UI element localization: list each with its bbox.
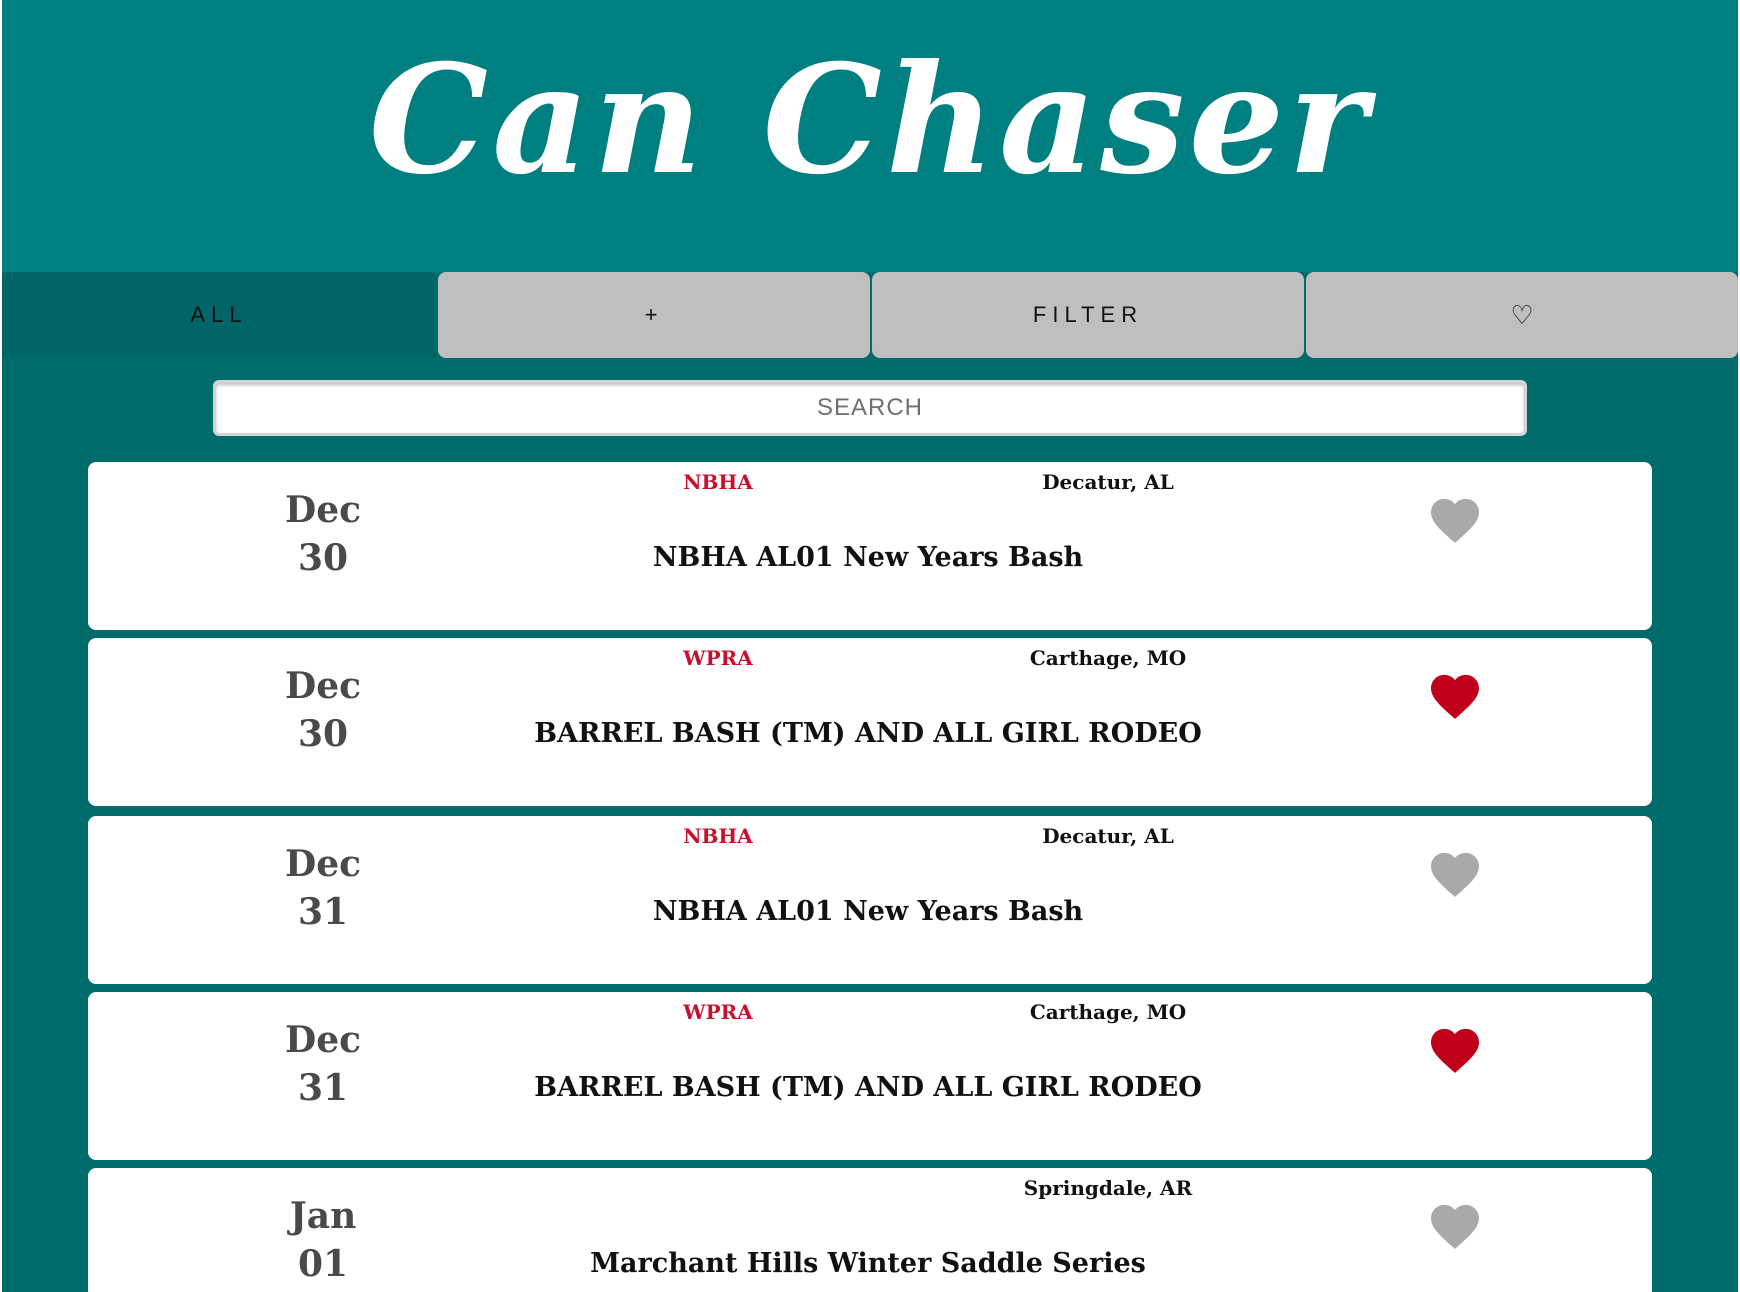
event-association: NBHA — [683, 824, 753, 848]
event-name: BARREL BASH (TM) AND ALL GIRL RODEO — [534, 718, 1202, 749]
event-location: Carthage, MO — [1029, 646, 1187, 670]
event-location: Decatur, AL — [1042, 470, 1174, 494]
event-day: 31 — [297, 891, 349, 933]
event-card[interactable]: Dec 30 NBHA Decatur, AL NBHA AL01 New Ye… — [88, 462, 1652, 630]
event-day: 01 — [297, 1243, 349, 1285]
favorite-button[interactable] — [1428, 850, 1482, 898]
event-association: WPRA — [683, 646, 753, 670]
event-date: Dec 30 — [238, 486, 408, 582]
heart-outline-icon: ♡ — [1510, 299, 1534, 330]
event-month: Jan — [289, 1195, 357, 1237]
event-month: Dec — [284, 665, 362, 707]
event-location: Carthage, MO — [1029, 1000, 1187, 1024]
event-date: Jan 01 — [238, 1192, 408, 1288]
tab-bar: ALL + FILTER ♡ — [2, 272, 1738, 358]
tab-all[interactable]: ALL — [2, 272, 436, 358]
event-name: Marchant Hills Winter Saddle Series — [590, 1248, 1146, 1279]
search-box — [213, 380, 1527, 436]
event-name: BARREL BASH (TM) AND ALL GIRL RODEO — [534, 1072, 1202, 1103]
event-month: Dec — [284, 489, 362, 531]
tab-all-label: ALL — [190, 302, 248, 327]
event-association: NBHA — [683, 470, 753, 494]
event-name: NBHA AL01 New Years Bash — [652, 542, 1084, 573]
favorite-button[interactable] — [1428, 496, 1482, 544]
search-input[interactable] — [216, 383, 1524, 433]
heart-icon — [1431, 498, 1479, 543]
app-root: Can Chaser ALL + FILTER ♡ Dec 30 NBHA De… — [2, 0, 1738, 1292]
favorite-button[interactable] — [1428, 672, 1482, 720]
event-card[interactable]: Dec 31 WPRA Carthage, MO BARREL BASH (TM… — [88, 992, 1652, 1160]
heart-icon — [1431, 1028, 1479, 1073]
heart-icon — [1431, 674, 1479, 719]
tab-filter[interactable]: FILTER — [872, 272, 1304, 358]
event-month: Dec — [284, 843, 362, 885]
event-date: Dec 31 — [238, 1016, 408, 1112]
event-card[interactable]: Jan 01 Springdale, AR Marchant Hills Win… — [88, 1168, 1652, 1292]
tab-favorites[interactable]: ♡ — [1306, 272, 1738, 358]
event-day: 30 — [297, 537, 349, 579]
tab-add[interactable]: + — [438, 272, 870, 358]
event-location: Decatur, AL — [1042, 824, 1174, 848]
header: Can Chaser — [2, 0, 1738, 272]
favorite-button[interactable] — [1428, 1202, 1482, 1250]
event-day: 31 — [297, 1067, 349, 1109]
event-date: Dec 30 — [238, 662, 408, 758]
event-name: NBHA AL01 New Years Bash — [652, 896, 1084, 927]
heart-icon — [1431, 1204, 1479, 1249]
event-month: Dec — [284, 1019, 362, 1061]
event-association: WPRA — [683, 1000, 753, 1024]
tab-add-label: + — [644, 302, 664, 327]
event-day: 30 — [297, 713, 349, 755]
favorite-button[interactable] — [1428, 1026, 1482, 1074]
event-card[interactable]: Dec 31 NBHA Decatur, AL NBHA AL01 New Ye… — [88, 816, 1652, 984]
event-card[interactable]: Dec 30 WPRA Carthage, MO BARREL BASH (TM… — [88, 638, 1652, 806]
event-date: Dec 31 — [238, 840, 408, 936]
tab-filter-label: FILTER — [1032, 302, 1144, 327]
app-title: Can Chaser — [368, 32, 1372, 208]
heart-icon — [1431, 852, 1479, 897]
event-location: Springdale, AR — [1023, 1176, 1193, 1200]
